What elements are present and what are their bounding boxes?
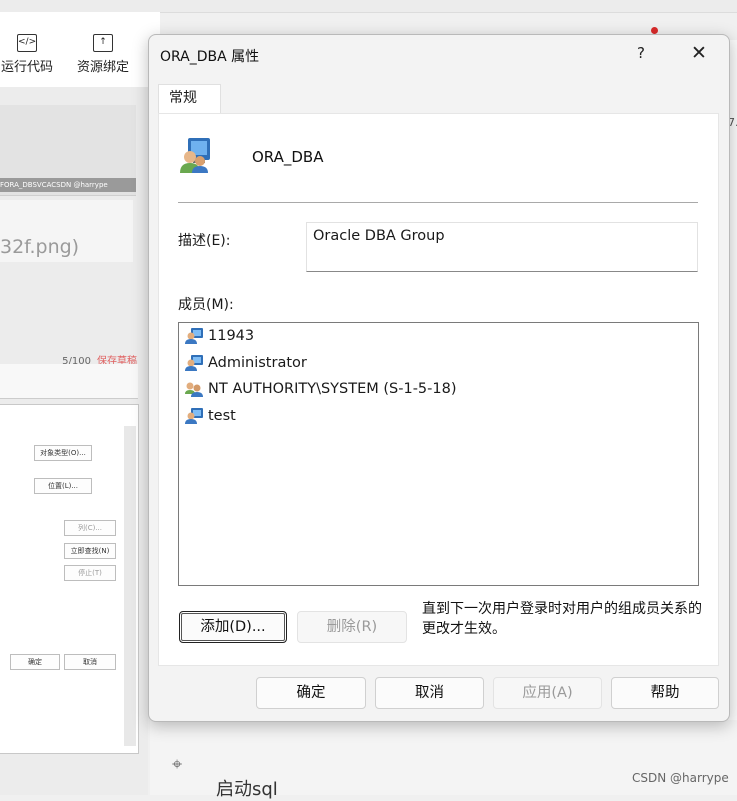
dialog-title: ORA_DBA 属性 (160, 49, 260, 65)
old-cancel-button[interactable]: 取消 (64, 654, 116, 670)
close-icon[interactable]: ✕ (687, 41, 711, 65)
notification-dot (651, 27, 658, 34)
list-item[interactable]: 11943 (179, 323, 698, 350)
apply-button[interactable]: 应用(A) (493, 677, 602, 709)
watermark: CSDN @harrype (632, 771, 729, 785)
cancel-button[interactable]: 取消 (375, 677, 484, 709)
member-name: Administrator (208, 354, 307, 371)
add-button[interactable]: 添加(D)... (179, 611, 287, 643)
member-name: NT AUTHORITY\SYSTEM (S-1-5-18) (208, 381, 457, 397)
ok-button[interactable]: 确定 (256, 677, 366, 709)
group-icon (185, 382, 203, 397)
png-suffix: 32f.png) (0, 236, 80, 258)
help-icon[interactable]: ? (634, 42, 648, 64)
member-name: test (208, 407, 236, 424)
membership-note: 直到下一次用户登录时对用户的组成员关系的更改才生效。 (422, 601, 702, 637)
separator (178, 202, 698, 203)
member-name: 11943 (208, 328, 255, 344)
members-list[interactable]: 11943 Administrator NT AUTHORITY\SYSTEM … (178, 322, 699, 586)
tab-strip: 常规 (158, 84, 728, 113)
group-icon (180, 138, 210, 173)
run-code-label: 运行代码 (0, 60, 53, 75)
list-item[interactable]: NT AUTHORITY\SYSTEM (S-1-5-18) (179, 376, 698, 403)
thumbnail-caption: FORA_DBSVCACSDN @harrype (0, 178, 136, 192)
crosshair-icon: ⌖ (172, 754, 183, 775)
object-types-button[interactable]: 对象类型(O)... (34, 445, 92, 461)
image-link-text: 32f.png) (0, 200, 133, 262)
stop-button[interactable]: 停止(T) (64, 565, 116, 581)
user-icon (185, 354, 203, 371)
old-ok-button[interactable]: 确定 (10, 654, 60, 670)
members-label: 成员(M): (178, 297, 234, 313)
columns-button[interactable]: 列(C)... (64, 520, 116, 536)
tab-general[interactable]: 常规 (158, 84, 221, 113)
run-code-button[interactable]: </> 运行代码 (0, 34, 62, 75)
group-name: ORA_DBA (252, 148, 324, 166)
user-icon (185, 407, 203, 424)
properties-dialog: ORA_DBA 属性 ? ✕ 常规 ORA_DBA 描述(E): Oracle … (148, 34, 730, 722)
code-icon: </> (17, 34, 37, 52)
general-tab-panel: ORA_DBA 描述(E): Oracle DBA Group 成员(M): 1… (158, 113, 719, 666)
locations-button[interactable]: 位置(L)... (34, 478, 92, 494)
background-window-header (0, 364, 138, 399)
help-button[interactable]: 帮助 (611, 677, 719, 709)
resource-bind-label: 资源绑定 (76, 60, 129, 75)
word-count: 5/100 保存草稿 (0, 352, 137, 367)
description-field[interactable]: Oracle DBA Group (306, 222, 698, 272)
editor-toolbar: </> 运行代码 ↑ 资源绑定 (0, 12, 160, 87)
dialog-titlebar[interactable]: ORA_DBA 属性 ? ✕ (149, 35, 729, 75)
find-now-button[interactable]: 立即查找(N) (64, 543, 116, 559)
remove-button[interactable]: 删除(R) (297, 611, 407, 643)
description-label: 描述(E): (178, 233, 231, 249)
list-item[interactable]: test (179, 403, 698, 430)
resource-bind-button[interactable]: ↑ 资源绑定 (68, 34, 138, 75)
section-heading: 启动sql (216, 779, 278, 800)
user-icon (185, 328, 203, 344)
upload-icon: ↑ (93, 34, 113, 52)
background-select-users-dialog: 对象类型(O)... 位置(L)... 列(C)... 立即查找(N) 停止(T… (0, 404, 139, 754)
list-item[interactable]: Administrator (179, 350, 698, 377)
background-scrollbar[interactable] (124, 426, 136, 746)
